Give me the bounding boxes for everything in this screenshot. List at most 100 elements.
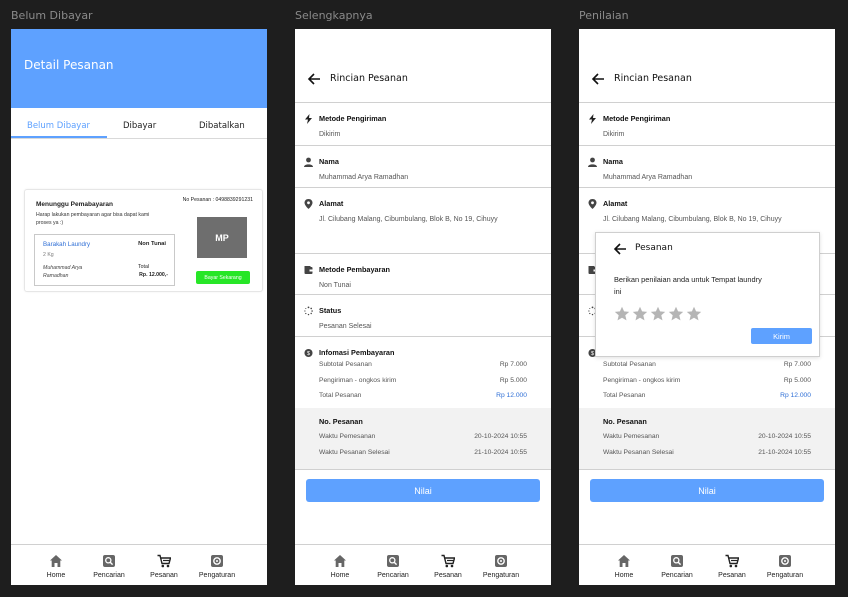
star-icon[interactable] bbox=[614, 306, 630, 322]
bottom-nav: Home Pencarian Pesanan Pengaturan bbox=[295, 544, 551, 585]
section-value: Muhammad Arya Ramadhan bbox=[319, 174, 409, 181]
laundry-name: Barakah Laundry bbox=[43, 241, 91, 248]
nav-settings[interactable]: Pengaturan bbox=[187, 545, 247, 585]
back-arrow-icon[interactable] bbox=[591, 72, 605, 86]
rating-prompt: Berikan penilaian anda untuk Tempat laun… bbox=[614, 275, 762, 296]
section-value: Jl. Cilubang Malang, Cibumbulang, Blok B… bbox=[603, 216, 782, 223]
subtotal-row: Subtotal Pesanan Rp 7.000 bbox=[319, 361, 527, 368]
bottom-nav: Home Pencarian Pesanan Pengaturan bbox=[579, 544, 835, 585]
section-title: No. Pesanan bbox=[603, 417, 647, 426]
section-metode-pembayaran: Metode Pembayaran Non Tunai bbox=[295, 254, 551, 295]
order-time-label: Waktu Pemesanan bbox=[603, 433, 660, 440]
nav-label-settings: Pengaturan bbox=[482, 572, 520, 579]
nav-label-orders: Pesanan bbox=[718, 572, 746, 579]
home-icon bbox=[618, 555, 630, 567]
nav-orders[interactable]: Pesanan bbox=[134, 545, 194, 585]
subtotal-value: Rp 7.000 bbox=[499, 361, 527, 368]
page-title: Rincian Pesanan bbox=[614, 73, 692, 84]
order-card[interactable]: Menunggu Pemabayaran No Pesanan : 049883… bbox=[24, 189, 263, 292]
active-tab-indicator bbox=[11, 136, 107, 138]
screen-belum-dibayar: Detail Pesanan Belum Dibayar Dibayar Dib… bbox=[11, 29, 267, 585]
nav-label-search: Pencarian bbox=[93, 572, 125, 579]
section-value: Non Tunai bbox=[319, 282, 351, 289]
total-label: Total Pesanan bbox=[319, 392, 362, 399]
nav-label-home: Home bbox=[330, 572, 350, 579]
bottom-nav: Home Pencarian Pesanan Pengaturan bbox=[11, 544, 267, 585]
wallet-icon bbox=[304, 266, 313, 274]
finish-time-row: Waktu Pesanan Selesai 21-10-2024 10:55 bbox=[319, 449, 527, 456]
cart-icon bbox=[157, 554, 171, 568]
ongkir-value: Rp 5.000 bbox=[499, 377, 527, 384]
frame-label-penilaian: Penilaian bbox=[579, 9, 629, 22]
section-title: Nama bbox=[319, 157, 339, 166]
page-title: Detail Pesanan bbox=[24, 58, 114, 72]
section-value: Dikirim bbox=[319, 131, 341, 138]
total-label: Total Pesanan bbox=[603, 392, 646, 399]
nav-search[interactable]: Pencarian bbox=[363, 545, 423, 585]
back-arrow-icon[interactable] bbox=[307, 72, 321, 86]
section-informasi-pembayaran: $ Infomasi Pembayaran Subtotal Pesanan Rp… bbox=[295, 337, 551, 408]
nav-settings[interactable]: Pengaturan bbox=[471, 545, 531, 585]
section-value: Pesanan Selesai bbox=[319, 323, 372, 330]
star-icon[interactable] bbox=[650, 306, 666, 322]
location-pin-icon bbox=[588, 199, 597, 209]
section-value: Dikirim bbox=[603, 131, 625, 138]
section-no-pesanan: No. Pesanan Waktu Pemesanan 20-10-2024 10… bbox=[579, 408, 835, 470]
home-icon bbox=[334, 555, 346, 567]
section-title: Infomasi Pembayaran bbox=[319, 348, 395, 357]
search-icon bbox=[387, 555, 399, 567]
nav-search[interactable]: Pencarian bbox=[647, 545, 707, 585]
section-metode-pengiriman: Metode Pengiriman Dikirim bbox=[295, 103, 551, 146]
nav-orders[interactable]: Pesanan bbox=[418, 545, 478, 585]
nav-home[interactable]: Home bbox=[26, 545, 86, 585]
header: Detail Pesanan bbox=[11, 29, 267, 108]
section-value: Muhammad Arya Ramadhan bbox=[603, 174, 693, 181]
frame-label-belum-dibayar: Belum Dibayar bbox=[11, 9, 93, 22]
home-icon bbox=[50, 555, 62, 567]
order-description: Harap lakukan pembayaran agar bisa dapat… bbox=[36, 212, 150, 226]
star-icon[interactable] bbox=[686, 306, 702, 322]
star-icon[interactable] bbox=[668, 306, 684, 322]
gear-icon bbox=[211, 555, 223, 567]
frame-label-selengkapnya: Selengkapnya bbox=[295, 9, 373, 22]
section-nama: Nama Muhammad Arya Ramadhan bbox=[295, 146, 551, 188]
finish-time-value: 21-10-2024 10:55 bbox=[474, 449, 527, 456]
submit-rating-button[interactable]: Kirim bbox=[751, 328, 812, 344]
section-title: Metode Pengiriman bbox=[603, 114, 671, 123]
rate-button[interactable]: Nilai bbox=[306, 479, 540, 502]
subtotal-label: Subtotal Pesanan bbox=[603, 361, 656, 368]
order-time-value: 20-10-2024 10:55 bbox=[474, 433, 527, 440]
nav-label-orders: Pesanan bbox=[434, 572, 462, 579]
order-status: Menunggu Pemabayaran bbox=[36, 201, 113, 208]
nav-home[interactable]: Home bbox=[594, 545, 654, 585]
pay-now-button[interactable]: Bayar Sekarang bbox=[196, 271, 250, 284]
star-icon[interactable] bbox=[632, 306, 648, 322]
tab-belum-dibayar[interactable]: Belum Dibayar bbox=[27, 121, 90, 131]
order-time-label: Waktu Pemesanan bbox=[319, 433, 376, 440]
order-time-value: 20-10-2024 10:55 bbox=[758, 433, 811, 440]
subtotal-row: Subtotal Pesanan Rp 7.000 bbox=[603, 361, 811, 368]
nav-search[interactable]: Pencarian bbox=[79, 545, 139, 585]
nav-label-search: Pencarian bbox=[661, 572, 693, 579]
page-title: Rincian Pesanan bbox=[330, 73, 408, 84]
gear-icon bbox=[779, 555, 791, 567]
customer-name: Muhammad Arya Ramadhan bbox=[43, 265, 83, 279]
nav-home[interactable]: Home bbox=[310, 545, 370, 585]
nav-label-search: Pencarian bbox=[377, 572, 409, 579]
nav-label-orders: Pesanan bbox=[150, 572, 178, 579]
tab-dibatalkan[interactable]: Dibatalkan bbox=[199, 121, 245, 131]
section-alamat: Alamat Jl. Cilubang Malang, Cibumbulang,… bbox=[295, 188, 551, 254]
back-arrow-icon[interactable] bbox=[613, 242, 627, 256]
section-metode-pengiriman: Metode Pengiriman Dikirim bbox=[579, 103, 835, 146]
nav-label-settings: Pengaturan bbox=[198, 572, 236, 579]
section-title: Alamat bbox=[319, 199, 344, 208]
total-row: Total Pesanan Rp 12.000 bbox=[603, 392, 811, 399]
total-row: Total Pesanan Rp 12.000 bbox=[319, 392, 527, 399]
search-icon bbox=[103, 555, 115, 567]
tab-dibayar[interactable]: Dibayar bbox=[123, 121, 156, 131]
section-status: Status Pesanan Selesai bbox=[295, 295, 551, 337]
nav-orders[interactable]: Pesanan bbox=[702, 545, 762, 585]
rate-button[interactable]: Nilai bbox=[590, 479, 824, 502]
laundry-thumbnail: MP bbox=[197, 217, 247, 258]
nav-settings[interactable]: Pengaturan bbox=[755, 545, 815, 585]
